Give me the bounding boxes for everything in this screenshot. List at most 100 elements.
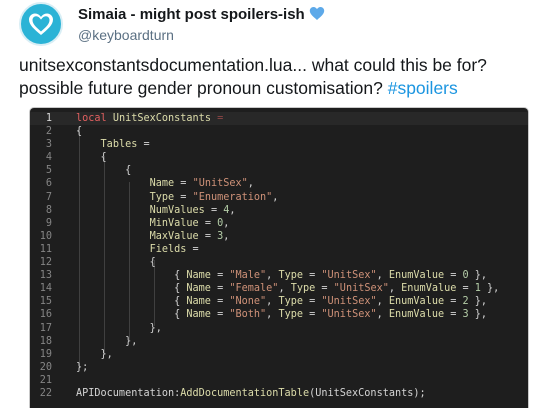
code-token: },: [76, 348, 113, 360]
code-token: =: [303, 296, 322, 308]
code-text: local UnitSexConstants =: [76, 112, 223, 125]
code-line: 12 {: [30, 256, 528, 269]
line-number: 11: [39, 243, 52, 255]
code-token: =: [444, 270, 463, 282]
line-number: 4: [45, 152, 52, 164]
code-text: {: [76, 151, 107, 164]
code-token: EnumValue: [388, 270, 445, 282]
line-number: 7: [45, 191, 52, 203]
code-text: Tables =: [76, 138, 150, 151]
tweet-text: unitsexconstantsdocumentation.lua... wha…: [19, 54, 539, 100]
code-text: },: [76, 335, 137, 348]
code-text: },: [76, 348, 113, 361]
code-token: ,: [229, 204, 236, 216]
code-line: 1 local UnitSexConstants =: [30, 112, 528, 126]
display-name[interactable]: Simaia - might post spoilers-ish: [78, 6, 325, 25]
code-token: =: [198, 217, 218, 229]
code-token: Tables: [100, 139, 138, 151]
line-number: 3: [45, 139, 52, 151]
code-token: ,: [388, 283, 402, 295]
code-text: {: [76, 256, 156, 269]
code-token: ,: [266, 309, 279, 321]
line-number: 17: [39, 322, 52, 334]
code-token: Type: [149, 191, 175, 203]
line-number: 6: [45, 178, 52, 190]
display-name-text: Simaia - might post spoilers-ish: [78, 6, 305, 23]
code-token: Type: [278, 270, 303, 282]
code-token: MinValue: [149, 217, 199, 229]
code-text: MaxValue = 3,: [76, 230, 230, 243]
code-line: 3 Tables =: [30, 138, 528, 151]
code-token: UnitSexConstants: [315, 387, 414, 399]
code-text: NumValues = 4,: [76, 204, 236, 217]
code-token: {: [76, 283, 187, 295]
code-line: 18 },: [30, 335, 528, 348]
code-token: "Both": [229, 309, 267, 321]
line-number: 2: [45, 126, 52, 138]
line-number: 21: [39, 374, 52, 386]
code-token: "Female": [229, 283, 279, 295]
code-token: =: [456, 283, 475, 295]
code-token: =: [210, 270, 230, 282]
user-handle[interactable]: @keyboardturn: [78, 27, 174, 43]
tweet-text-line-1: unitsexconstantsdocumentation.lua... wha…: [19, 55, 487, 75]
code-token: Type: [290, 283, 316, 295]
blue-heart-icon: [309, 6, 325, 25]
code-line: 8 NumValues = 4,: [30, 204, 528, 217]
code-line: 17 },: [30, 322, 528, 335]
line-number: 9: [45, 217, 52, 229]
code-text: Type = "Enumeration",: [76, 191, 279, 204]
line-number: 15: [39, 296, 52, 308]
code-line: 22 APIDocumentation:AddDocumentationTable…: [30, 387, 528, 400]
code-token: APIDocumentation: [76, 387, 175, 399]
code-token: },: [468, 296, 488, 308]
tweet-text-line-2: possible future gender pronoun customisa…: [19, 77, 539, 100]
code-token: ,: [278, 283, 291, 295]
code-token: ,: [247, 178, 254, 190]
line-number: 8: [45, 204, 52, 216]
code-screenshot[interactable]: 1 local UnitSexConstants = 2{3 Tables = 4 {…: [30, 108, 528, 408]
code-line: 4 {: [30, 151, 528, 164]
code-token: =: [186, 243, 199, 255]
line-number: 14: [39, 283, 52, 295]
code-token: {: [76, 296, 187, 308]
line-number: 5: [45, 165, 52, 177]
code-token: "Enumeration": [192, 191, 273, 203]
code-text: Fields =: [76, 243, 199, 256]
code-token: AddDocumentationTable: [180, 387, 310, 399]
code-token: =: [198, 230, 218, 242]
code-token: {: [76, 126, 83, 138]
line-number: 20: [39, 361, 52, 373]
code-text: {: [76, 164, 131, 177]
code-token: =: [315, 283, 334, 295]
code-token: Name: [186, 270, 211, 282]
code-token: },: [468, 309, 488, 321]
line-number: 18: [39, 335, 52, 347]
code-token: "UnitSex": [192, 178, 248, 190]
code-token: ,: [223, 230, 230, 242]
code-token: =: [210, 296, 230, 308]
code-token: MaxValue: [149, 230, 199, 242]
code-text: {: [76, 125, 82, 138]
code-token: =: [174, 178, 193, 190]
hashtag-link[interactable]: #spoilers: [388, 78, 458, 98]
code-token: Type: [278, 296, 303, 308]
code-line: 16 { Name = "Both", Type = "UnitSex", En…: [30, 308, 528, 321]
code-token: =: [204, 204, 224, 216]
code-line: 19 },: [30, 348, 528, 361]
code-token: =: [303, 270, 322, 282]
code-token: {: [76, 257, 156, 269]
code-line: 14 { Name = "Female", Type = "UnitSex", …: [30, 282, 528, 295]
line-number: 19: [39, 348, 52, 360]
code-token: NumValues: [149, 204, 205, 216]
code-token: =: [217, 113, 224, 124]
profile-avatar[interactable]: [19, 2, 63, 46]
code-token: ,: [376, 309, 389, 321]
code-text: APIDocumentation:AddDocumentationTable(U…: [76, 387, 426, 400]
code-token: Fields: [149, 243, 187, 255]
code-token: =: [444, 309, 463, 321]
code-token: "UnitSex": [321, 296, 377, 308]
code-text: Name = "UnitSex",: [76, 177, 254, 190]
